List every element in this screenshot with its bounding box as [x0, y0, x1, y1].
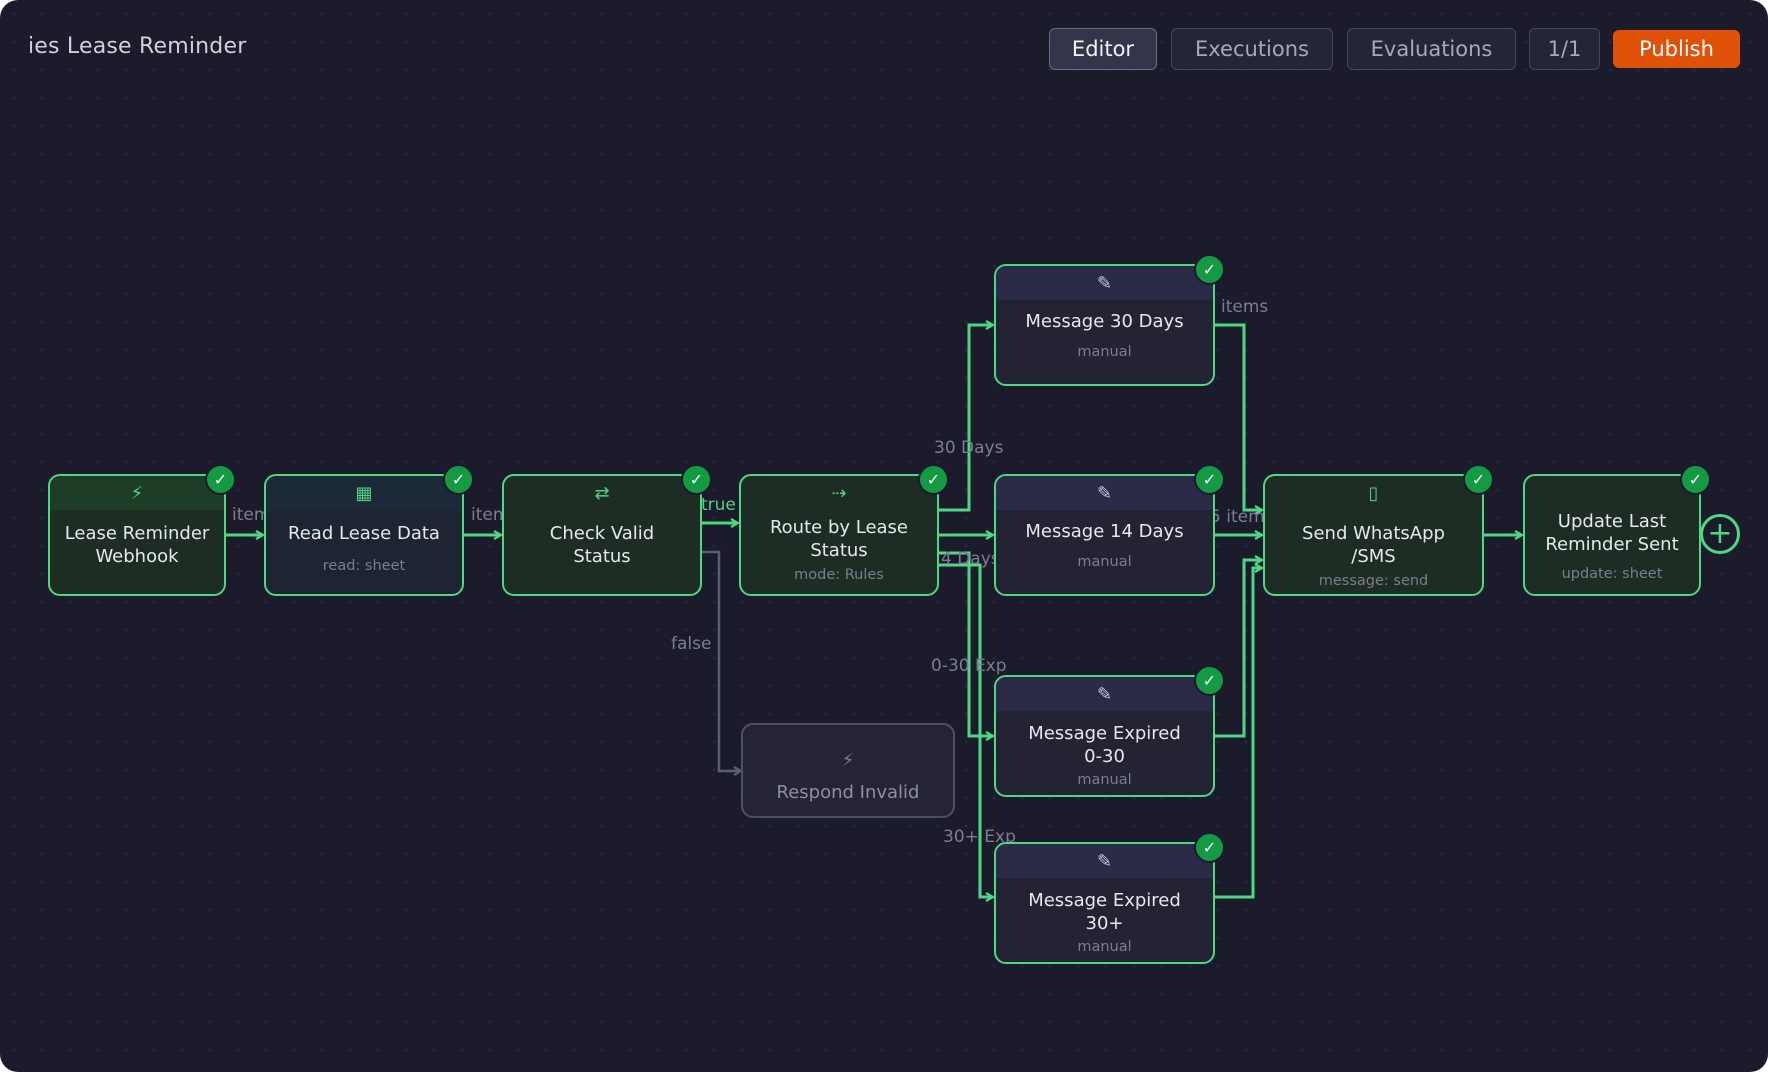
node-subtitle: manual: [1077, 344, 1132, 360]
node-subtitle: manual: [1077, 772, 1132, 788]
node-title: Respond Invalid: [776, 782, 920, 803]
node-title: Reminder Sent: [1545, 534, 1679, 555]
node-subtitle: manual: [1077, 554, 1132, 570]
success-check-icon: ✓: [918, 464, 949, 495]
node-title: Message Expired: [1028, 890, 1181, 911]
node-update-last-reminder-sent[interactable]: Update Last Reminder Sent update: sheet …: [1523, 464, 1711, 596]
node-check-valid-status[interactable]: ⇄ Check Valid Status ✓: [502, 464, 712, 596]
node-title: Read Lease Data: [288, 523, 440, 544]
edit-pencil-icon: ✎: [1096, 482, 1113, 504]
success-check-icon: ✓: [1194, 832, 1225, 863]
node-title: Webhook: [95, 546, 179, 567]
node-respond-invalid[interactable]: ⚡ Respond Invalid: [741, 723, 955, 818]
success-check-icon: ✓: [1194, 464, 1225, 495]
node-lease-reminder-webhook[interactable]: ⚡ Lease Reminder Webhook ✓: [48, 464, 236, 596]
node-route-by-lease-status[interactable]: ⇢ Route by Lease Status mode: Rules ✓: [739, 464, 949, 596]
edge-label-30-days: 30 Days: [934, 438, 1004, 458]
edge-label-items: 5 item: [1210, 507, 1265, 527]
edge-label-items: items: [1221, 297, 1269, 317]
success-check-icon: ✓: [443, 464, 474, 495]
success-check-icon: ✓: [1680, 464, 1711, 495]
success-check-icon: ✓: [1194, 665, 1225, 696]
node-title: 0-30: [1084, 746, 1125, 767]
edge-label-true: true: [701, 495, 736, 515]
node-subtitle: read: sheet: [322, 558, 406, 574]
success-check-icon: ✓: [205, 464, 236, 495]
node-subtitle: update: sheet: [1561, 566, 1663, 582]
node-title: Message Expired: [1028, 723, 1181, 744]
node-title: Update Last: [1557, 511, 1667, 532]
add-node-button[interactable]: +: [1700, 514, 1740, 554]
node-message-14-days[interactable]: ✎ Message 14 Days manual ✓: [994, 464, 1225, 596]
phone-icon: ▯: [1368, 482, 1379, 504]
webhook-icon: ⚡: [130, 482, 144, 504]
node-title: Lease Reminder: [64, 523, 210, 544]
node-message-expired-30-plus[interactable]: ✎ Message Expired 30+ manual ✓: [994, 832, 1225, 964]
node-title: Send WhatsApp: [1302, 523, 1445, 544]
success-check-icon: ✓: [681, 464, 712, 495]
node-title: Status: [810, 540, 868, 561]
switch-arrows-icon: ⇄: [594, 482, 610, 504]
edge-label-0-30-exp: 0-30 Exp: [931, 656, 1007, 676]
node-message-30-days[interactable]: ✎ Message 30 Days manual ✓: [994, 254, 1225, 386]
node-send-whatsapp-sms[interactable]: ▯ Send WhatsApp /SMS message: send ✓: [1263, 464, 1494, 596]
node-message-expired-0-30[interactable]: ✎ Message Expired 0-30 manual ✓: [994, 665, 1225, 797]
node-title: 30+: [1085, 913, 1124, 934]
node-subtitle: manual: [1077, 939, 1132, 955]
lightning-icon: ⚡: [841, 750, 855, 771]
node-title: Check Valid: [549, 523, 655, 544]
node-title: Message 30 Days: [1025, 311, 1184, 332]
success-check-icon: ✓: [1463, 464, 1494, 495]
edge-route-msgexp: [938, 551, 993, 736]
success-check-icon: ✓: [1194, 254, 1225, 285]
node-subtitle: mode: Rules: [794, 567, 884, 583]
edge-msgexp-send: [1214, 560, 1262, 738]
edge-label-false: false: [671, 634, 712, 654]
edge-label-14-days: 4 Days: [941, 549, 1000, 569]
edge-check-respond-false: [701, 550, 741, 771]
sheet-icon: ▦: [355, 482, 373, 504]
route-arrow-icon: ⇢: [831, 482, 847, 504]
node-title: Message 14 Days: [1025, 521, 1184, 542]
workflow-canvas[interactable]: ies Lease Reminder Editor Executions Eva…: [0, 0, 1768, 1072]
node-title: Route by Lease: [769, 517, 909, 538]
edit-pencil-icon: ✎: [1096, 683, 1113, 705]
node-title: Status: [573, 546, 631, 567]
node-subtitle: message: send: [1318, 573, 1429, 589]
node-title: /SMS: [1351, 546, 1396, 567]
edit-pencil-icon: ✎: [1096, 272, 1113, 294]
edit-pencil-icon: ✎: [1096, 850, 1113, 872]
node-read-lease-data[interactable]: ▦ Read Lease Data read: sheet ✓: [264, 464, 474, 596]
